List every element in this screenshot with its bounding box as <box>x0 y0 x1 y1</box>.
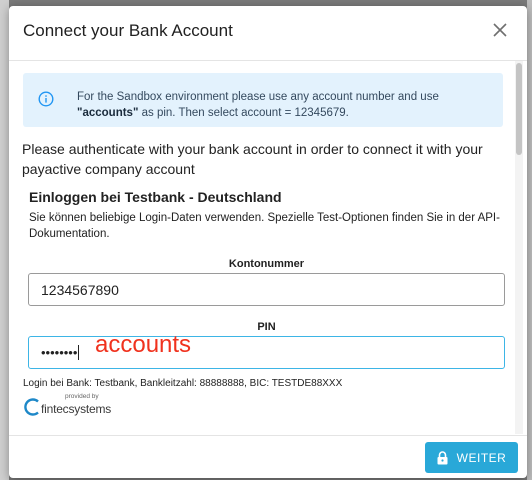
connect-bank-modal: Connect your Bank Account For the Sandbo… <box>9 6 527 478</box>
backdrop-top-left <box>0 0 9 480</box>
modal-title: Connect your Bank Account <box>23 21 233 40</box>
info-text-part: as pin. Then select account = 12345679. <box>138 107 349 119</box>
info-icon <box>38 91 54 107</box>
logo-wordmark: fintecsystems <box>41 402 112 416</box>
modal-footer: WEITER <box>9 435 527 479</box>
weiter-button[interactable]: WEITER <box>425 442 518 473</box>
text-caret <box>78 345 80 360</box>
sandbox-info-text: For the Sandbox environment please use a… <box>77 89 491 121</box>
login-info-text: Login bei Bank: Testbank, Bankleitzahl: … <box>23 378 343 389</box>
weiter-button-label: WEITER <box>456 450 507 465</box>
account-number-label: Kontonummer <box>228 258 305 270</box>
logo-provided-by: provided by <box>65 393 99 400</box>
modal-header: Connect your Bank Account <box>9 6 527 61</box>
auth-instructions: Please authenticate with your bank accou… <box>22 141 483 177</box>
info-text-bold: "accounts" <box>77 107 139 119</box>
bank-login-frame: For the Sandbox environment please use a… <box>11 61 523 434</box>
close-icon <box>493 23 507 37</box>
lock-icon <box>437 450 448 464</box>
bank-login-description: Sie können beliebige Login-Daten verwend… <box>29 212 500 240</box>
close-button[interactable] <box>489 19 511 41</box>
bank-login-title: Einloggen bei Testbank - Deutschland <box>29 189 282 205</box>
backdrop-right-edge <box>527 0 532 480</box>
fintec-logo-icon <box>24 398 39 416</box>
pin-masked-value: •••••••• <box>41 345 78 360</box>
pin-annotation: accounts <box>95 331 192 358</box>
fintecsystems-logo: provided by fintecsystems <box>23 393 113 417</box>
account-number-input[interactable]: 1234567890 <box>28 273 505 306</box>
account-number-value: 1234567890 <box>41 281 119 298</box>
info-text-part: For the Sandbox environment please use a… <box>77 91 439 103</box>
scrollbar[interactable] <box>515 61 523 434</box>
sandbox-info-box: For the Sandbox environment please use a… <box>23 73 503 127</box>
scrollbar-thumb[interactable] <box>516 63 522 155</box>
